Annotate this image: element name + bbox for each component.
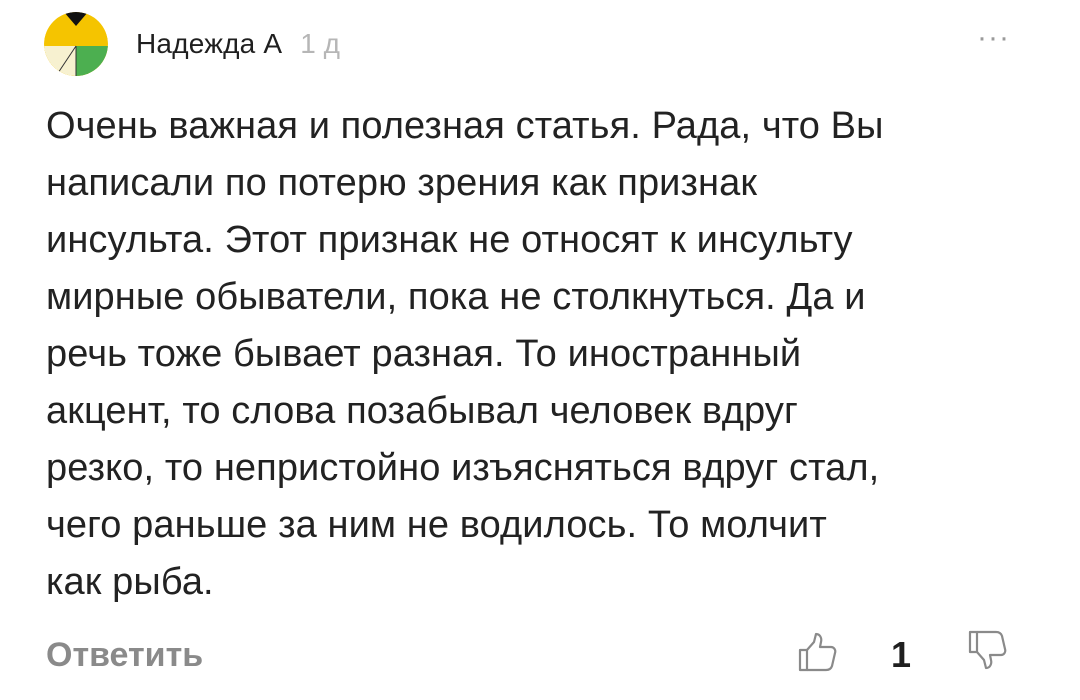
like-count: 1 [891, 634, 912, 675]
comment-actions: Ответить 1 [46, 628, 1036, 684]
thumb-down-icon[interactable] [966, 628, 1010, 672]
thumb-up-icon[interactable] [796, 630, 840, 674]
more-dots-icon: ··· [977, 21, 1010, 54]
author-name[interactable]: Надежда А [136, 28, 282, 60]
comment-text: Очень важная и полезная статья. Рада, чт… [46, 105, 884, 603]
comment-time: 1 д [300, 28, 340, 59]
avatar-icon [44, 12, 108, 76]
reply-button[interactable]: Ответить [46, 636, 203, 675]
avatar[interactable] [44, 12, 108, 76]
comment-header: Надежда А 1 д [44, 12, 340, 76]
more-options-button[interactable]: ··· [977, 23, 1010, 53]
comment-card: Надежда А 1 д ··· Очень важная и полезна… [0, 0, 1080, 700]
